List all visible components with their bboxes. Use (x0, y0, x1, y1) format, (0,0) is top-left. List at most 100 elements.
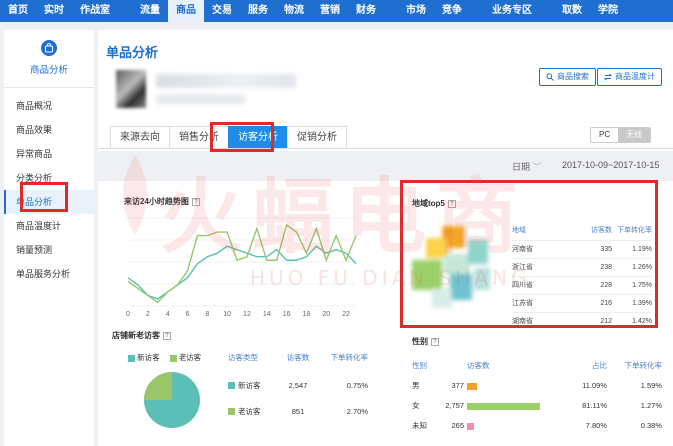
toggle-wireless[interactable]: 无线 (618, 128, 651, 142)
nav-item[interactable]: 营销 (312, 0, 348, 22)
sidebar: 商品分析 商品概况 商品效果 异常商品 分类分析 单品分析 商品温度计 销量预测 单品服务分析 (4, 30, 94, 446)
gender-share: 11.09% (582, 381, 607, 390)
region-count: 228 (600, 282, 612, 289)
tab-item[interactable]: 销售分析 (169, 126, 229, 148)
gender-rate: 0.38% (640, 421, 662, 430)
product-thumbnail-blurred (116, 70, 146, 108)
series-line-0 (127, 245, 357, 300)
gender-bar-track (467, 421, 567, 430)
legend-old-label: 老访客 (178, 353, 202, 362)
nav-item[interactable]: 学院 (590, 0, 626, 22)
sidebar-item[interactable]: 单品服务分析 (4, 262, 94, 286)
col-rate: 下单转化率 (624, 361, 663, 370)
nav-item[interactable]: 取数 (554, 0, 590, 22)
gender-row: 未知 265 7.80% 0.38% (412, 420, 662, 431)
nav-item[interactable]: 作战室 (72, 0, 118, 22)
date-bar: 日期 ﹀ 2017-10-09~2017-10-15 (98, 151, 673, 181)
region-name: 湖南省 (512, 318, 533, 325)
help-icon[interactable]: ? (447, 199, 456, 208)
region-count: 335 (600, 246, 612, 253)
sidebar-item[interactable]: 销量预测 (4, 238, 94, 262)
gender-title: 性别? (412, 336, 439, 347)
gender-rate: 1.27% (640, 401, 662, 410)
visitors-pie (144, 372, 200, 428)
x-tick-label: 2 (146, 311, 150, 318)
product-search-label: 商品搜索 (557, 72, 589, 81)
gender-count: 377 (451, 381, 464, 390)
visitors-panel: 店铺新老访客? 新访客 老访客 访客类型 访客数 下单转化率 新访客 2,547 0… (112, 326, 374, 446)
gender-bar-track (467, 401, 567, 410)
product-search-button[interactable]: 商品搜索 (539, 68, 596, 86)
sidebar-item[interactable]: 单品分析 (4, 190, 94, 214)
col-type: 访客类型 (228, 353, 258, 362)
x-tick-label: 18 (303, 311, 311, 318)
date-range: 2017-10-09~2017-10-15 (562, 160, 660, 170)
shop-bag-icon (41, 40, 57, 56)
toggle-pc[interactable]: PC (591, 128, 618, 142)
visitor-type-label: 新访客 (238, 381, 261, 390)
visitor-type: 老访客 (228, 406, 278, 417)
sidebar-menu: 商品概况 商品效果 异常商品 分类分析 单品分析 商品温度计 销量预测 单品服务分析 (4, 88, 94, 286)
gender-bar (467, 422, 474, 430)
sidebar-item[interactable]: 商品温度计 (4, 214, 94, 238)
main-content: 单品分析 商品搜索 商品温度计 来源去向 销售分析 访客分析 促销分析 PC 无线 日… (98, 30, 673, 446)
region-name: 江苏省 (512, 300, 533, 307)
sidebar-item[interactable]: 商品效果 (4, 118, 94, 142)
visitor-count: 2,547 (288, 381, 308, 390)
nav-item[interactable]: 首页 (0, 0, 36, 22)
sidebar-item[interactable]: 分类分析 (4, 166, 94, 190)
region-name: 浙江省 (512, 264, 533, 271)
gender-row: 男 377 11.09% 1.59% (412, 380, 662, 391)
region-rate: 1.26% (632, 264, 652, 271)
region-row: 江苏省 216 1.39% (512, 294, 652, 312)
visitor-row: 新访客 2,547 0.75% (228, 380, 368, 391)
product-thermometer-button[interactable]: 商品温度计 (597, 68, 662, 86)
visitors-title-text: 店铺新老访客 (112, 331, 160, 340)
col-gender: 性别 (412, 361, 427, 370)
nav-item[interactable]: 实时 (36, 0, 72, 22)
sidebar-item[interactable]: 异常商品 (4, 142, 94, 166)
sidebar-item[interactable]: 商品概况 (4, 94, 94, 118)
nav-item[interactable]: 业务专区 (484, 0, 540, 22)
col-count: 访客数 (591, 227, 612, 234)
tab-divider (98, 148, 673, 149)
gender-name: 男 (412, 381, 420, 390)
region-panel: 地域top5? 地域 访客数 下单转化率 河南省 335 1.19% 浙江省 238 1.26%… (402, 186, 658, 326)
swap-icon (604, 73, 612, 81)
visitor-rate: 2.70% (346, 407, 368, 416)
date-label[interactable]: 日期 ﹀ (512, 160, 542, 173)
trend-panel: 来访24小时趋势图? 0 2 4 6 8 10 12 14 16 18 20 22 (116, 188, 374, 328)
legend-old: 老访客 (169, 352, 202, 363)
nav-item[interactable]: 流量 (132, 0, 168, 22)
nav-item[interactable]: 交易 (204, 0, 240, 22)
region-count: 212 (600, 318, 612, 325)
nav-item[interactable]: 物流 (276, 0, 312, 22)
nav-item[interactable]: 商品 (168, 0, 204, 22)
help-icon[interactable]: ? (163, 331, 171, 340)
col-rate: 下单转化率 (330, 353, 369, 362)
visitor-type-label: 老访客 (238, 407, 261, 416)
region-header: 地域 访客数 下单转化率 (512, 222, 652, 240)
nav-item[interactable]: 市场 (398, 0, 434, 22)
page-title: 单品分析 (106, 45, 159, 60)
nav-item[interactable]: 竞争 (434, 0, 470, 22)
tab-item[interactable]: 访客分析 (228, 126, 288, 148)
region-row: 四川省 228 1.75% (512, 276, 652, 294)
sidebar-header: 商品分析 (4, 30, 94, 88)
help-icon[interactable]: ? (431, 337, 439, 346)
tab-item[interactable]: 促销分析 (287, 126, 347, 148)
region-title: 地域top5? (412, 198, 456, 209)
gender-share: 7.80% (585, 421, 607, 430)
tab-item[interactable]: 来源去向 (110, 126, 170, 148)
pie-slice-old (144, 372, 172, 400)
region-rate: 1.75% (632, 282, 652, 289)
region-rate: 1.39% (632, 300, 652, 307)
region-row: 河南省 335 1.19% (512, 240, 652, 258)
color-swatch (228, 408, 235, 415)
x-tick-label: 8 (205, 311, 209, 318)
trend-chart: 0 2 4 6 8 10 12 14 16 18 20 22 (126, 217, 357, 318)
nav-item[interactable]: 服务 (240, 0, 276, 22)
visitor-count: 851 (291, 407, 305, 416)
region-rate: 1.19% (632, 246, 652, 253)
nav-item[interactable]: 财务 (348, 0, 384, 22)
